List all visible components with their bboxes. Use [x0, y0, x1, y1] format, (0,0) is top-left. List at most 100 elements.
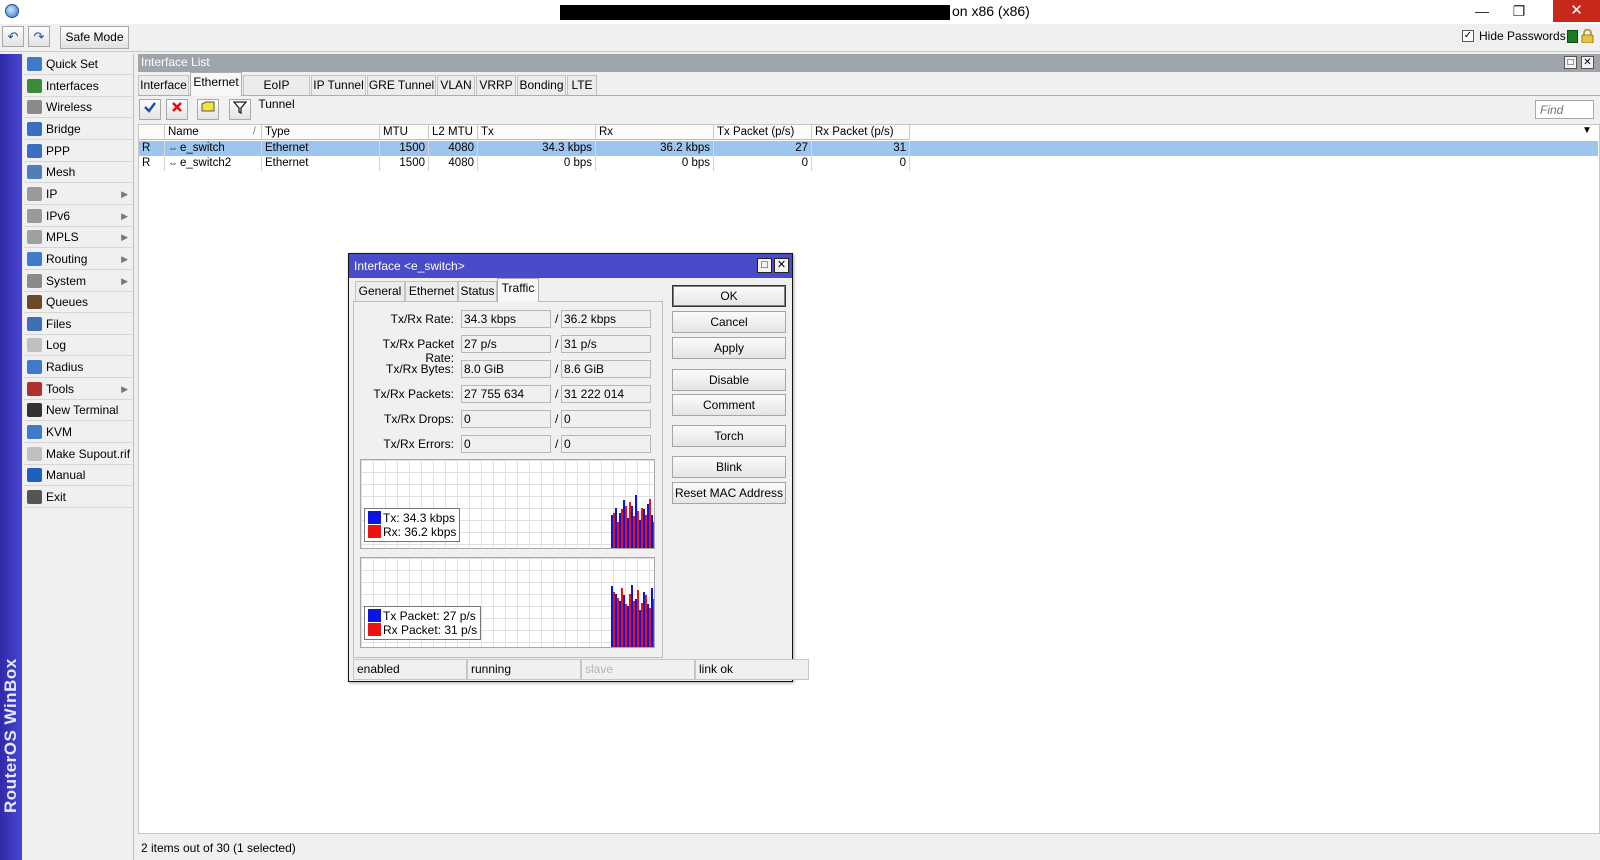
- disable-button[interactable]: [166, 99, 188, 120]
- sidebar-item-tools[interactable]: Tools ▶: [24, 379, 132, 400]
- redo-button[interactable]: ↷: [28, 26, 50, 47]
- field-label-tx-rx-packet-rate: Tx/Rx Packet Rate:: [382, 337, 454, 365]
- sidebar-item-radius[interactable]: Radius: [24, 357, 132, 379]
- dialog-tab-ethernet[interactable]: Ethernet: [405, 281, 458, 301]
- column-menu-button[interactable]: ▼: [1578, 125, 1596, 140]
- field-tx-value[interactable]: 34.3 kbps: [461, 310, 551, 328]
- column-header-rx-packet-p-s[interactable]: Rx Packet (p/s): [812, 125, 910, 140]
- sidebar-item-queues[interactable]: Queues: [24, 292, 132, 314]
- dialog-tab-status[interactable]: Status: [458, 281, 497, 301]
- manual-icon: [27, 468, 42, 483]
- tab-lte[interactable]: LTE: [567, 75, 597, 95]
- field-rx-value[interactable]: 0: [561, 435, 651, 453]
- sidebar-item-label: Manual: [46, 468, 86, 483]
- tab-ethernet[interactable]: Ethernet: [190, 72, 242, 96]
- tx-swatch: [368, 511, 381, 524]
- maximize-list-button[interactable]: □: [1564, 56, 1577, 69]
- field-label-tx-rx-bytes: Tx/Rx Bytes:: [385, 362, 454, 376]
- field-tx-value[interactable]: 0: [461, 410, 551, 428]
- column-header-tx-packet-p-s[interactable]: Tx Packet (p/s): [714, 125, 812, 140]
- close-window-button[interactable]: ✕: [1553, 0, 1600, 22]
- sidebar-item-kvm[interactable]: KVM: [24, 422, 132, 444]
- sidebar-item-files[interactable]: Files: [24, 314, 132, 335]
- terminal-icon: [27, 403, 42, 418]
- sidebar-item-bridge[interactable]: Bridge: [24, 119, 132, 140]
- tab-interface[interactable]: Interface: [138, 75, 189, 95]
- sidebar-item-interfaces[interactable]: Interfaces: [24, 76, 132, 97]
- column-header-tx[interactable]: Tx: [478, 125, 596, 140]
- sidebar-item-log[interactable]: Log: [24, 335, 132, 357]
- cancel-button[interactable]: Cancel: [672, 311, 786, 333]
- comment-button[interactable]: Comment: [672, 394, 786, 416]
- minimize-button[interactable]: —: [1467, 0, 1497, 22]
- tab-bonding[interactable]: Bonding: [517, 75, 566, 95]
- sidebar-item-exit[interactable]: Exit: [24, 487, 132, 508]
- field-rx-value[interactable]: 8.6 GiB: [561, 360, 651, 378]
- field-rx-value[interactable]: 31 222 014: [561, 385, 651, 403]
- apply-button[interactable]: Apply: [672, 337, 786, 359]
- cell-flag: R: [139, 141, 165, 156]
- field-tx-value[interactable]: 0: [461, 435, 551, 453]
- dialog-close-button[interactable]: ✕: [774, 258, 789, 273]
- sidebar-item-system[interactable]: System ▶: [24, 271, 132, 292]
- exit-icon: [27, 490, 42, 504]
- sidebar-item-quick-set[interactable]: Quick Set: [24, 54, 132, 75]
- tab-gre-tunnel[interactable]: GRE Tunnel: [367, 75, 436, 95]
- field-rx-value[interactable]: 36.2 kbps: [561, 310, 651, 328]
- tab-ip-tunnel[interactable]: IP Tunnel: [311, 75, 366, 95]
- sidebar-item-label: New Terminal: [46, 403, 119, 418]
- field-tx-value[interactable]: 27 p/s: [461, 335, 551, 353]
- undo-button[interactable]: ↶: [2, 26, 24, 47]
- column-header-mtu[interactable]: MTU: [380, 125, 429, 140]
- dialog-tab-traffic[interactable]: Traffic: [497, 278, 539, 302]
- quickset-icon: [27, 57, 42, 71]
- torch-button[interactable]: Torch: [672, 425, 786, 447]
- sidebar-item-ppp[interactable]: PPP: [24, 141, 132, 162]
- disable-button[interactable]: Disable: [672, 369, 786, 391]
- blink-button[interactable]: Blink: [672, 456, 786, 478]
- table-row[interactable]: R ⇔ e_switch2 Ethernet 1500 4080 0 bps 0 bps 0 0: [139, 156, 1598, 171]
- sidebar-item-routing[interactable]: Routing ▶: [24, 249, 132, 270]
- enable-button[interactable]: [139, 99, 161, 120]
- find-input[interactable]: [1535, 100, 1594, 119]
- field-rx-value[interactable]: 31 p/s: [561, 335, 651, 353]
- sidebar-item-label: Log: [46, 338, 67, 353]
- cell-name: ⇔ e_switch2: [165, 156, 262, 171]
- sidebar-item-new-terminal[interactable]: New Terminal: [24, 400, 132, 422]
- tab-eoip-tunnel[interactable]: EoIP Tunnel: [243, 75, 310, 111]
- reset-mac-address-button[interactable]: Reset MAC Address: [672, 482, 786, 504]
- tx-packet-swatch: [368, 609, 381, 622]
- column-header-rx[interactable]: Rx: [596, 125, 714, 140]
- field-tx-value[interactable]: 27 755 634: [461, 385, 551, 403]
- filter-button[interactable]: [229, 99, 251, 120]
- field-label-tx-rx-packets: Tx/Rx Packets:: [373, 387, 454, 401]
- sidebar-item-manual[interactable]: Manual: [24, 465, 132, 487]
- sidebar-item-make-supout-rif[interactable]: Make Supout.rif: [24, 444, 132, 465]
- sidebar-item-ip[interactable]: IP ▶: [24, 184, 132, 205]
- field-separator: /: [555, 387, 559, 401]
- hide-passwords-checkbox[interactable]: ✓: [1462, 30, 1474, 42]
- column-header-type[interactable]: Type: [262, 125, 380, 140]
- sidebar-item-mpls[interactable]: MPLS ▶: [24, 227, 132, 249]
- sidebar-item-label: IP: [46, 186, 58, 201]
- dialog-tab-general[interactable]: General: [355, 281, 405, 301]
- packet-rx-label: Rx Packet:: [383, 623, 442, 637]
- close-list-button[interactable]: ✕: [1581, 56, 1594, 69]
- field-tx-value[interactable]: 8.0 GiB: [461, 360, 551, 378]
- sidebar-item-ipv6[interactable]: IPv6 ▶: [24, 206, 132, 227]
- field-rx-value[interactable]: 0: [561, 410, 651, 428]
- comment-button[interactable]: [197, 99, 219, 120]
- ok-button[interactable]: OK: [672, 285, 786, 307]
- sidebar-item-wireless[interactable]: Wireless: [24, 97, 132, 119]
- tab-vlan[interactable]: VLAN: [437, 75, 475, 95]
- restore-button[interactable]: ❐: [1504, 0, 1534, 22]
- column-header-flags[interactable]: [139, 125, 165, 140]
- safe-mode-button[interactable]: Safe Mode: [60, 26, 129, 49]
- sidebar-item-mesh[interactable]: Mesh: [24, 162, 132, 184]
- column-header-l2-mtu[interactable]: L2 MTU: [429, 125, 478, 140]
- sidebar-item-label: Queues: [46, 295, 89, 310]
- tab-vrrp[interactable]: VRRP: [476, 75, 516, 95]
- dialog-maximize-button[interactable]: □: [757, 258, 772, 273]
- table-row[interactable]: R ⇔ e_switch Ethernet 1500 4080 34.3 kbps 36.2 …: [139, 141, 1598, 156]
- column-header-name[interactable]: Name: [165, 125, 262, 140]
